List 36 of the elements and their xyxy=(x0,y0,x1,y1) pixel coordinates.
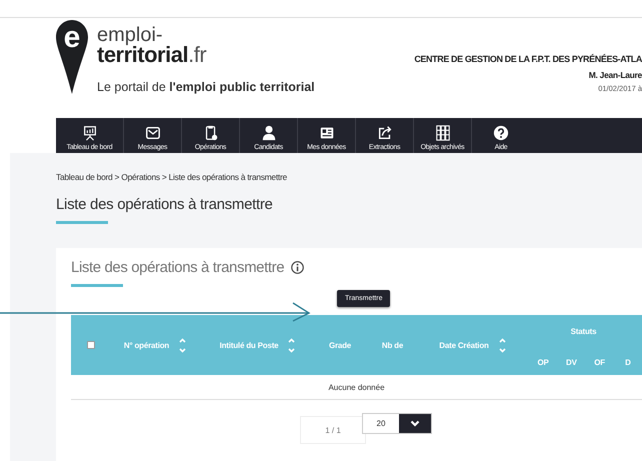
help-icon xyxy=(493,125,509,141)
select-all-checkbox[interactable] xyxy=(86,341,94,349)
column-header: Grade xyxy=(328,340,352,350)
title-underline xyxy=(56,221,108,224)
sort-icon[interactable] xyxy=(179,338,186,352)
column-header: Date Création xyxy=(439,340,489,350)
logo-pin: e xyxy=(56,20,88,94)
user-name: M. Jean-Laure xyxy=(588,70,642,80)
organization-name: CENTRE DE GESTION DE LA F.P.T. DES PYRÉNÉES-ATLA xyxy=(414,54,642,64)
column-header: Nb de xyxy=(382,340,404,350)
logo-text: emploi- xyxy=(97,26,163,44)
title-underline xyxy=(71,284,123,287)
id-card-icon xyxy=(318,125,334,141)
page-size-select[interactable]: 20 xyxy=(362,413,432,434)
sort-icon[interactable] xyxy=(498,338,506,352)
cabinet-icon xyxy=(434,125,450,141)
column-header: N° opération xyxy=(124,340,170,350)
column-header: Intitulé du Poste xyxy=(220,340,278,350)
sort-icon[interactable] xyxy=(288,338,296,352)
breadcrumb: Tableau de bord > Opérations > Liste des opérations à transmettre xyxy=(56,172,288,182)
easel-icon xyxy=(82,125,98,141)
tagline: Le portail de l'emploi public territorial xyxy=(97,80,315,94)
info-icon[interactable] xyxy=(291,261,304,274)
column-header: D xyxy=(624,358,632,367)
card-title: Liste des opérations à transmettre xyxy=(71,259,284,276)
envelope-icon xyxy=(144,125,160,141)
export-icon xyxy=(376,125,392,141)
column-header: OP xyxy=(536,358,550,367)
logo-text: territorial.fr xyxy=(97,44,206,66)
column-header: DV xyxy=(565,358,578,367)
column-header: OF xyxy=(593,358,606,367)
chevron-down-icon xyxy=(410,420,420,427)
column-group-header: Statuts xyxy=(570,327,598,336)
person-icon xyxy=(260,125,276,141)
empty-message: Aucune donnée xyxy=(328,382,385,392)
page-title: Liste des opérations à transmettre xyxy=(56,196,274,213)
